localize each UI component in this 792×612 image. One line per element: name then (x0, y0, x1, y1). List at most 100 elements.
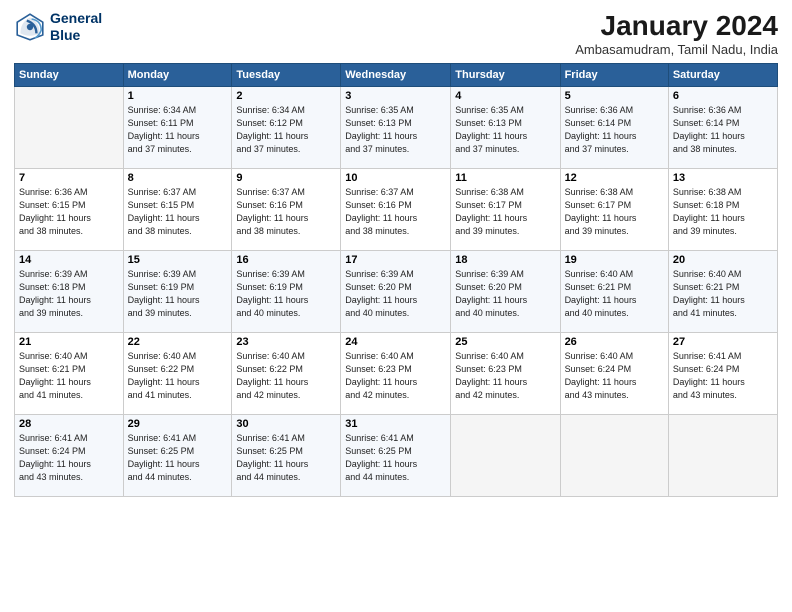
day-number: 3 (345, 90, 446, 102)
calendar-cell: 21 Sunrise: 6:40 AMSunset: 6:21 PMDayligh… (15, 333, 124, 415)
day-number: 11 (455, 172, 555, 184)
calendar-cell: 25Sunrise: 6:40 AMSunset: 6:23 PMDayligh… (451, 333, 560, 415)
day-info: Sunrise: 6:34 AMSunset: 6:12 PMDaylight:… (236, 104, 336, 156)
calendar-header: SundayMondayTuesdayWednesdayThursdayFrid… (15, 64, 778, 87)
day-info: Sunrise: 6:40 AMSunset: 6:22 PMDaylight:… (236, 350, 336, 402)
calendar-cell: 14Sunrise: 6:39 AMSunset: 6:18 PMDayligh… (15, 251, 124, 333)
day-number: 21 (19, 336, 119, 348)
day-number: 13 (673, 172, 773, 184)
calendar-cell: 27 Sunrise: 6:41 AMSunset: 6:24 PMDayligh… (668, 333, 777, 415)
weekday-header-wednesday: Wednesday (341, 64, 451, 87)
calendar-cell: 13 Sunrise: 6:38 AMSunset: 6:18 PMDayligh… (668, 169, 777, 251)
logo-text: General Blue (50, 10, 102, 44)
day-info: Sunrise: 6:36 AMSunset: 6:15 PMDaylight:… (19, 186, 119, 238)
day-number: 16 (236, 254, 336, 266)
day-number: 19 (565, 254, 664, 266)
calendar-title: January 2024 (575, 10, 778, 42)
calendar-cell: 29 Sunrise: 6:41 AMSunset: 6:25 PMDayligh… (123, 415, 232, 497)
day-number: 12 (565, 172, 664, 184)
day-number: 15 (128, 254, 228, 266)
day-number: 30 (236, 418, 336, 430)
day-info: Sunrise: 6:34 AMSunset: 6:11 PMDaylight:… (128, 104, 228, 156)
day-info: Sunrise: 6:39 AMSunset: 6:20 PMDaylight:… (455, 268, 555, 320)
calendar-cell: 11 Sunrise: 6:38 AMSunset: 6:17 PMDayligh… (451, 169, 560, 251)
logo: General Blue (14, 10, 102, 44)
day-info: Sunrise: 6:35 AMSunset: 6:13 PMDaylight:… (345, 104, 446, 156)
weekday-row: SundayMondayTuesdayWednesdayThursdayFrid… (15, 64, 778, 87)
calendar-cell: 5 Sunrise: 6:36 AMSunset: 6:14 PMDaylight… (560, 87, 668, 169)
day-number: 24 (345, 336, 446, 348)
day-number: 20 (673, 254, 773, 266)
day-number: 2 (236, 90, 336, 102)
calendar-cell: 16Sunrise: 6:39 AMSunset: 6:19 PMDayligh… (232, 251, 341, 333)
weekday-header-thursday: Thursday (451, 64, 560, 87)
day-info: Sunrise: 6:40 AMSunset: 6:21 PMDaylight:… (673, 268, 773, 320)
day-number: 14 (19, 254, 119, 266)
day-number: 17 (345, 254, 446, 266)
calendar-cell: 31 Sunrise: 6:41 AMSunset: 6:25 PMDayligh… (341, 415, 451, 497)
day-info: Sunrise: 6:40 AMSunset: 6:21 PMDaylight:… (19, 350, 119, 402)
calendar-cell: 6 Sunrise: 6:36 AMSunset: 6:14 PMDaylight… (668, 87, 777, 169)
calendar-cell: 7 Sunrise: 6:36 AMSunset: 6:15 PMDaylight… (15, 169, 124, 251)
weekday-header-monday: Monday (123, 64, 232, 87)
day-number: 29 (128, 418, 228, 430)
calendar-cell: 23 Sunrise: 6:40 AMSunset: 6:22 PMDayligh… (232, 333, 341, 415)
day-number: 5 (565, 90, 664, 102)
day-number: 26 (565, 336, 664, 348)
day-number: 8 (128, 172, 228, 184)
day-info: Sunrise: 6:41 AMSunset: 6:24 PMDaylight:… (673, 350, 773, 402)
calendar-cell (451, 415, 560, 497)
day-number: 1 (128, 90, 228, 102)
calendar-cell: 12 Sunrise: 6:38 AMSunset: 6:17 PMDayligh… (560, 169, 668, 251)
page: General Blue January 2024 Ambasamudram, … (0, 0, 792, 612)
calendar-cell: 8 Sunrise: 6:37 AMSunset: 6:15 PMDaylight… (123, 169, 232, 251)
calendar-cell (668, 415, 777, 497)
day-info: Sunrise: 6:41 AMSunset: 6:25 PMDaylight:… (128, 432, 228, 484)
calendar-cell: 3 Sunrise: 6:35 AMSunset: 6:13 PMDaylight… (341, 87, 451, 169)
day-info: Sunrise: 6:37 AMSunset: 6:16 PMDaylight:… (236, 186, 336, 238)
week-row-3: 14Sunrise: 6:39 AMSunset: 6:18 PMDayligh… (15, 251, 778, 333)
weekday-header-saturday: Saturday (668, 64, 777, 87)
day-info: Sunrise: 6:38 AMSunset: 6:17 PMDaylight:… (455, 186, 555, 238)
day-info: Sunrise: 6:41 AMSunset: 6:25 PMDaylight:… (345, 432, 446, 484)
calendar-cell: 10Sunrise: 6:37 AMSunset: 6:16 PMDayligh… (341, 169, 451, 251)
calendar-cell: 15Sunrise: 6:39 AMSunset: 6:19 PMDayligh… (123, 251, 232, 333)
calendar-cell: 9 Sunrise: 6:37 AMSunset: 6:16 PMDaylight… (232, 169, 341, 251)
day-info: Sunrise: 6:36 AMSunset: 6:14 PMDaylight:… (565, 104, 664, 156)
calendar-cell (15, 87, 124, 169)
day-info: Sunrise: 6:40 AMSunset: 6:21 PMDaylight:… (565, 268, 664, 320)
calendar-cell: 22Sunrise: 6:40 AMSunset: 6:22 PMDayligh… (123, 333, 232, 415)
calendar-cell: 2 Sunrise: 6:34 AMSunset: 6:12 PMDaylight… (232, 87, 341, 169)
day-number: 31 (345, 418, 446, 430)
day-number: 6 (673, 90, 773, 102)
day-info: Sunrise: 6:38 AMSunset: 6:18 PMDaylight:… (673, 186, 773, 238)
day-info: Sunrise: 6:37 AMSunset: 6:16 PMDaylight:… (345, 186, 446, 238)
weekday-header-sunday: Sunday (15, 64, 124, 87)
weekday-header-tuesday: Tuesday (232, 64, 341, 87)
calendar-cell: 30Sunrise: 6:41 AMSunset: 6:25 PMDayligh… (232, 415, 341, 497)
day-info: Sunrise: 6:41 AMSunset: 6:24 PMDaylight:… (19, 432, 119, 484)
day-info: Sunrise: 6:35 AMSunset: 6:13 PMDaylight:… (455, 104, 555, 156)
day-info: Sunrise: 6:37 AMSunset: 6:15 PMDaylight:… (128, 186, 228, 238)
header: General Blue January 2024 Ambasamudram, … (14, 10, 778, 57)
day-number: 9 (236, 172, 336, 184)
calendar-subtitle: Ambasamudram, Tamil Nadu, India (575, 42, 778, 57)
day-info: Sunrise: 6:36 AMSunset: 6:14 PMDaylight:… (673, 104, 773, 156)
day-number: 18 (455, 254, 555, 266)
title-block: January 2024 Ambasamudram, Tamil Nadu, I… (575, 10, 778, 57)
week-row-1: 1 Sunrise: 6:34 AMSunset: 6:11 PMDaylight… (15, 87, 778, 169)
calendar-cell: 1 Sunrise: 6:34 AMSunset: 6:11 PMDaylight… (123, 87, 232, 169)
day-number: 7 (19, 172, 119, 184)
calendar-cell: 26Sunrise: 6:40 AMSunset: 6:24 PMDayligh… (560, 333, 668, 415)
day-number: 27 (673, 336, 773, 348)
calendar-cell: 17Sunrise: 6:39 AMSunset: 6:20 PMDayligh… (341, 251, 451, 333)
calendar-body: 1 Sunrise: 6:34 AMSunset: 6:11 PMDaylight… (15, 87, 778, 497)
calendar-table: SundayMondayTuesdayWednesdayThursdayFrid… (14, 63, 778, 497)
day-number: 23 (236, 336, 336, 348)
day-info: Sunrise: 6:40 AMSunset: 6:23 PMDaylight:… (345, 350, 446, 402)
weekday-header-friday: Friday (560, 64, 668, 87)
day-info: Sunrise: 6:38 AMSunset: 6:17 PMDaylight:… (565, 186, 664, 238)
logo-icon (14, 11, 46, 43)
calendar-cell (560, 415, 668, 497)
calendar-cell: 4Sunrise: 6:35 AMSunset: 6:13 PMDaylight… (451, 87, 560, 169)
